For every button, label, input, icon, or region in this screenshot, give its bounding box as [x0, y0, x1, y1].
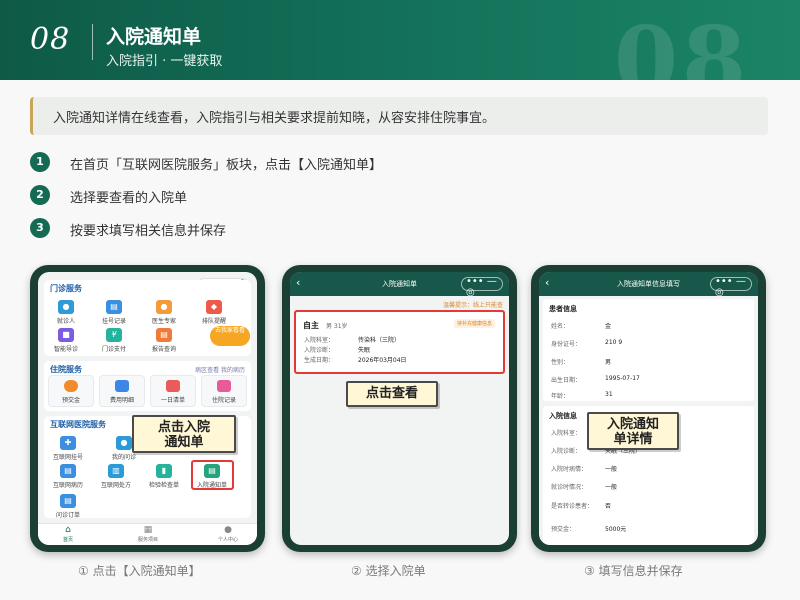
step-text: 按要求填写相关信息并保存	[70, 224, 227, 239]
step-number: 1	[30, 152, 50, 172]
section-links[interactable]: 病区查看 我的病历	[195, 365, 245, 374]
phone-screen: ••• — ◎ 门诊服务 ●就诊人 ▤挂号记录 ●医生专家 ◆排队提醒 ■智能导…	[38, 272, 257, 545]
document-icon: ▤	[106, 300, 122, 314]
section-number: 08	[30, 22, 71, 57]
tile-deposit[interactable]: 预交金	[48, 375, 94, 407]
page: 08 入院通知单 入院指引 · 一键获取 08 入院通知详情在线查看，入院指引与…	[0, 0, 800, 600]
form-row[interactable]: 就诊时情况： 一般	[551, 482, 617, 491]
tile-doctor[interactable]: ● 医生专家	[144, 300, 184, 325]
floating-badge[interactable]: 去我家看看	[210, 326, 250, 346]
step-number: 2	[30, 185, 50, 205]
list-icon	[115, 380, 129, 392]
tile-fee-detail[interactable]: 费用明细	[99, 375, 145, 407]
phone-screen: ‹ 入院通知单信息填写 ••• — ◎ 患者信息 姓名：金 身份证号： 210 9…	[539, 272, 758, 545]
section-title: 门诊服务	[50, 284, 82, 293]
section-title: 入院信息	[549, 412, 577, 420]
tile-inpatient-record[interactable]: 住院记录	[201, 375, 247, 407]
header-divider	[92, 24, 93, 60]
chat-icon: ●	[116, 436, 132, 450]
header-banner: 08 入院通知单 入院指引 · 一键获取 08	[0, 0, 800, 80]
tile-queue[interactable]: ◆ 排队提醒	[194, 300, 234, 325]
mini-program-capsule[interactable]: ••• — ◎	[710, 276, 752, 298]
form-row[interactable]: 年龄： 31	[551, 391, 613, 400]
wallet-icon: ¥	[106, 328, 122, 342]
tile-pay[interactable]: ¥ 门诊支付	[94, 328, 134, 353]
folder-icon: ▤	[60, 464, 76, 478]
section-title: 住院服务	[50, 365, 82, 374]
tile-lab-order[interactable]: ▮ 检验检查单	[144, 464, 184, 489]
form-row[interactable]: 出生日期： 1995-07-17	[551, 375, 640, 384]
coin-icon	[64, 380, 78, 392]
section-title: 互联网医院服务	[50, 420, 106, 429]
intro-text: 入院通知详情在线查看，入院指引与相关要求提前知晓，从容安排住院事宜。	[53, 111, 496, 126]
grid-icon: ▦	[143, 525, 153, 535]
phone-mockup-form: ‹ 入院通知单信息填写 ••• — ◎ 患者信息 姓名：金 身份证号： 210 9…	[531, 265, 766, 552]
form-row[interactable]: 是否转诊患者：否	[551, 501, 611, 510]
bottom-tab-bar: ⌂ 首页 ▦ 服务项目 ● 个人中心	[38, 523, 257, 545]
tile-online-rx[interactable]: ▥ 互联网处方	[96, 464, 136, 489]
form-row[interactable]: 预交金： 5000元	[551, 524, 626, 533]
person-icon: ●	[58, 300, 74, 314]
flask-icon: ▮	[156, 464, 172, 478]
tile-guide[interactable]: ■ 智能导诊	[46, 328, 86, 353]
report-icon: ▤	[156, 328, 172, 342]
notice-text: 温馨提示：线上只能查	[442, 302, 503, 309]
highlight-box	[294, 310, 505, 374]
callout-notice-detail: 入院通知 单详情	[587, 412, 679, 450]
tile-report[interactable]: ▤ 报告查询	[144, 328, 184, 353]
calendar-icon	[166, 380, 180, 392]
phone-mockup-home: ••• — ◎ 门诊服务 ●就诊人 ▤挂号记录 ●医生专家 ◆排队提醒 ■智能导…	[30, 265, 265, 552]
screen-header: ‹ 入院通知单 ••• — ◎	[290, 272, 509, 298]
form-row[interactable]: 入院时病情： 一般	[551, 464, 617, 473]
callout-click-view: 点击查看	[346, 381, 438, 407]
tile-patient[interactable]: ● 就诊人	[46, 300, 86, 325]
step-text: 选择要查看的入院单	[70, 191, 188, 206]
caption-3: ③ 填写信息并保存	[584, 564, 683, 578]
tab-home[interactable]: ⌂ 首页	[48, 525, 88, 544]
step-text: 在首页「互联网医院服务」板块，点击【入院通知单】	[70, 158, 383, 173]
home-icon: ⌂	[65, 525, 71, 535]
phone-mockup-list: ‹ 入院通知单 ••• — ◎ 温馨提示：线上只能查 自主 男 31岁 待补充健…	[282, 265, 517, 552]
doctor-icon: ●	[156, 300, 172, 314]
inpatient-section: 住院服务 病区查看 我的病历 预交金 费用明细 一日清单 住院记录	[44, 361, 251, 411]
tile-online-reg[interactable]: ✚ 互联网挂号	[48, 436, 88, 461]
tile-online-record[interactable]: ▤ 互联网病历	[48, 464, 88, 489]
tab-services[interactable]: ▦ 服务项目	[128, 525, 168, 544]
callout-click-notice: 点击入院 通知单	[132, 415, 236, 453]
section-title: 患者信息	[549, 305, 577, 313]
caption-2: ② 选择入院单	[351, 564, 426, 578]
robot-icon: ■	[58, 328, 74, 342]
user-icon: ●	[224, 525, 232, 535]
form-row[interactable]: 入院科室：	[551, 428, 581, 437]
tile-consult-order[interactable]: ▤ 问诊订单	[48, 494, 88, 519]
page-subtitle: 入院指引 · 一键获取	[106, 54, 223, 69]
hospital-icon: ✚	[60, 436, 76, 450]
form-row[interactable]: 姓名：金	[551, 321, 611, 330]
number-watermark: 08	[613, 6, 750, 80]
step-number: 3	[30, 218, 50, 238]
form-row[interactable]: 性别：男	[551, 357, 611, 366]
tab-profile[interactable]: ● 个人中心	[208, 525, 248, 544]
prescription-icon: ▥	[108, 464, 124, 478]
page-title: 入院通知单	[106, 26, 202, 48]
phone-screen: ‹ 入院通知单 ••• — ◎ 温馨提示：线上只能查 自主 男 31岁 待补充健…	[290, 272, 509, 545]
intro-box: 入院通知详情在线查看，入院指引与相关要求提前知晓，从容安排住院事宜。	[30, 97, 768, 135]
tile-reg-record[interactable]: ▤ 挂号记录	[94, 300, 134, 325]
caption-1: ① 点击【入院通知单】	[78, 564, 201, 578]
form-row[interactable]: 身份证号： 210 9	[551, 339, 622, 348]
order-icon: ▤	[60, 494, 76, 508]
mini-program-capsule[interactable]: ••• — ◎	[461, 276, 503, 298]
form-row[interactable]: 入院诊断： 失眠（三院）	[551, 446, 641, 455]
tile-daily-list[interactable]: 一日清单	[150, 375, 196, 407]
patient-info-section: 患者信息 姓名：金 身份证号： 210 9 性别：男 出生日期： 1995-07-1…	[543, 299, 754, 401]
screen-header: ‹ 入院通知单信息填写 ••• — ◎	[539, 272, 758, 298]
highlight-box	[191, 460, 234, 490]
bell-icon: ◆	[206, 300, 222, 314]
record-icon	[217, 380, 231, 392]
